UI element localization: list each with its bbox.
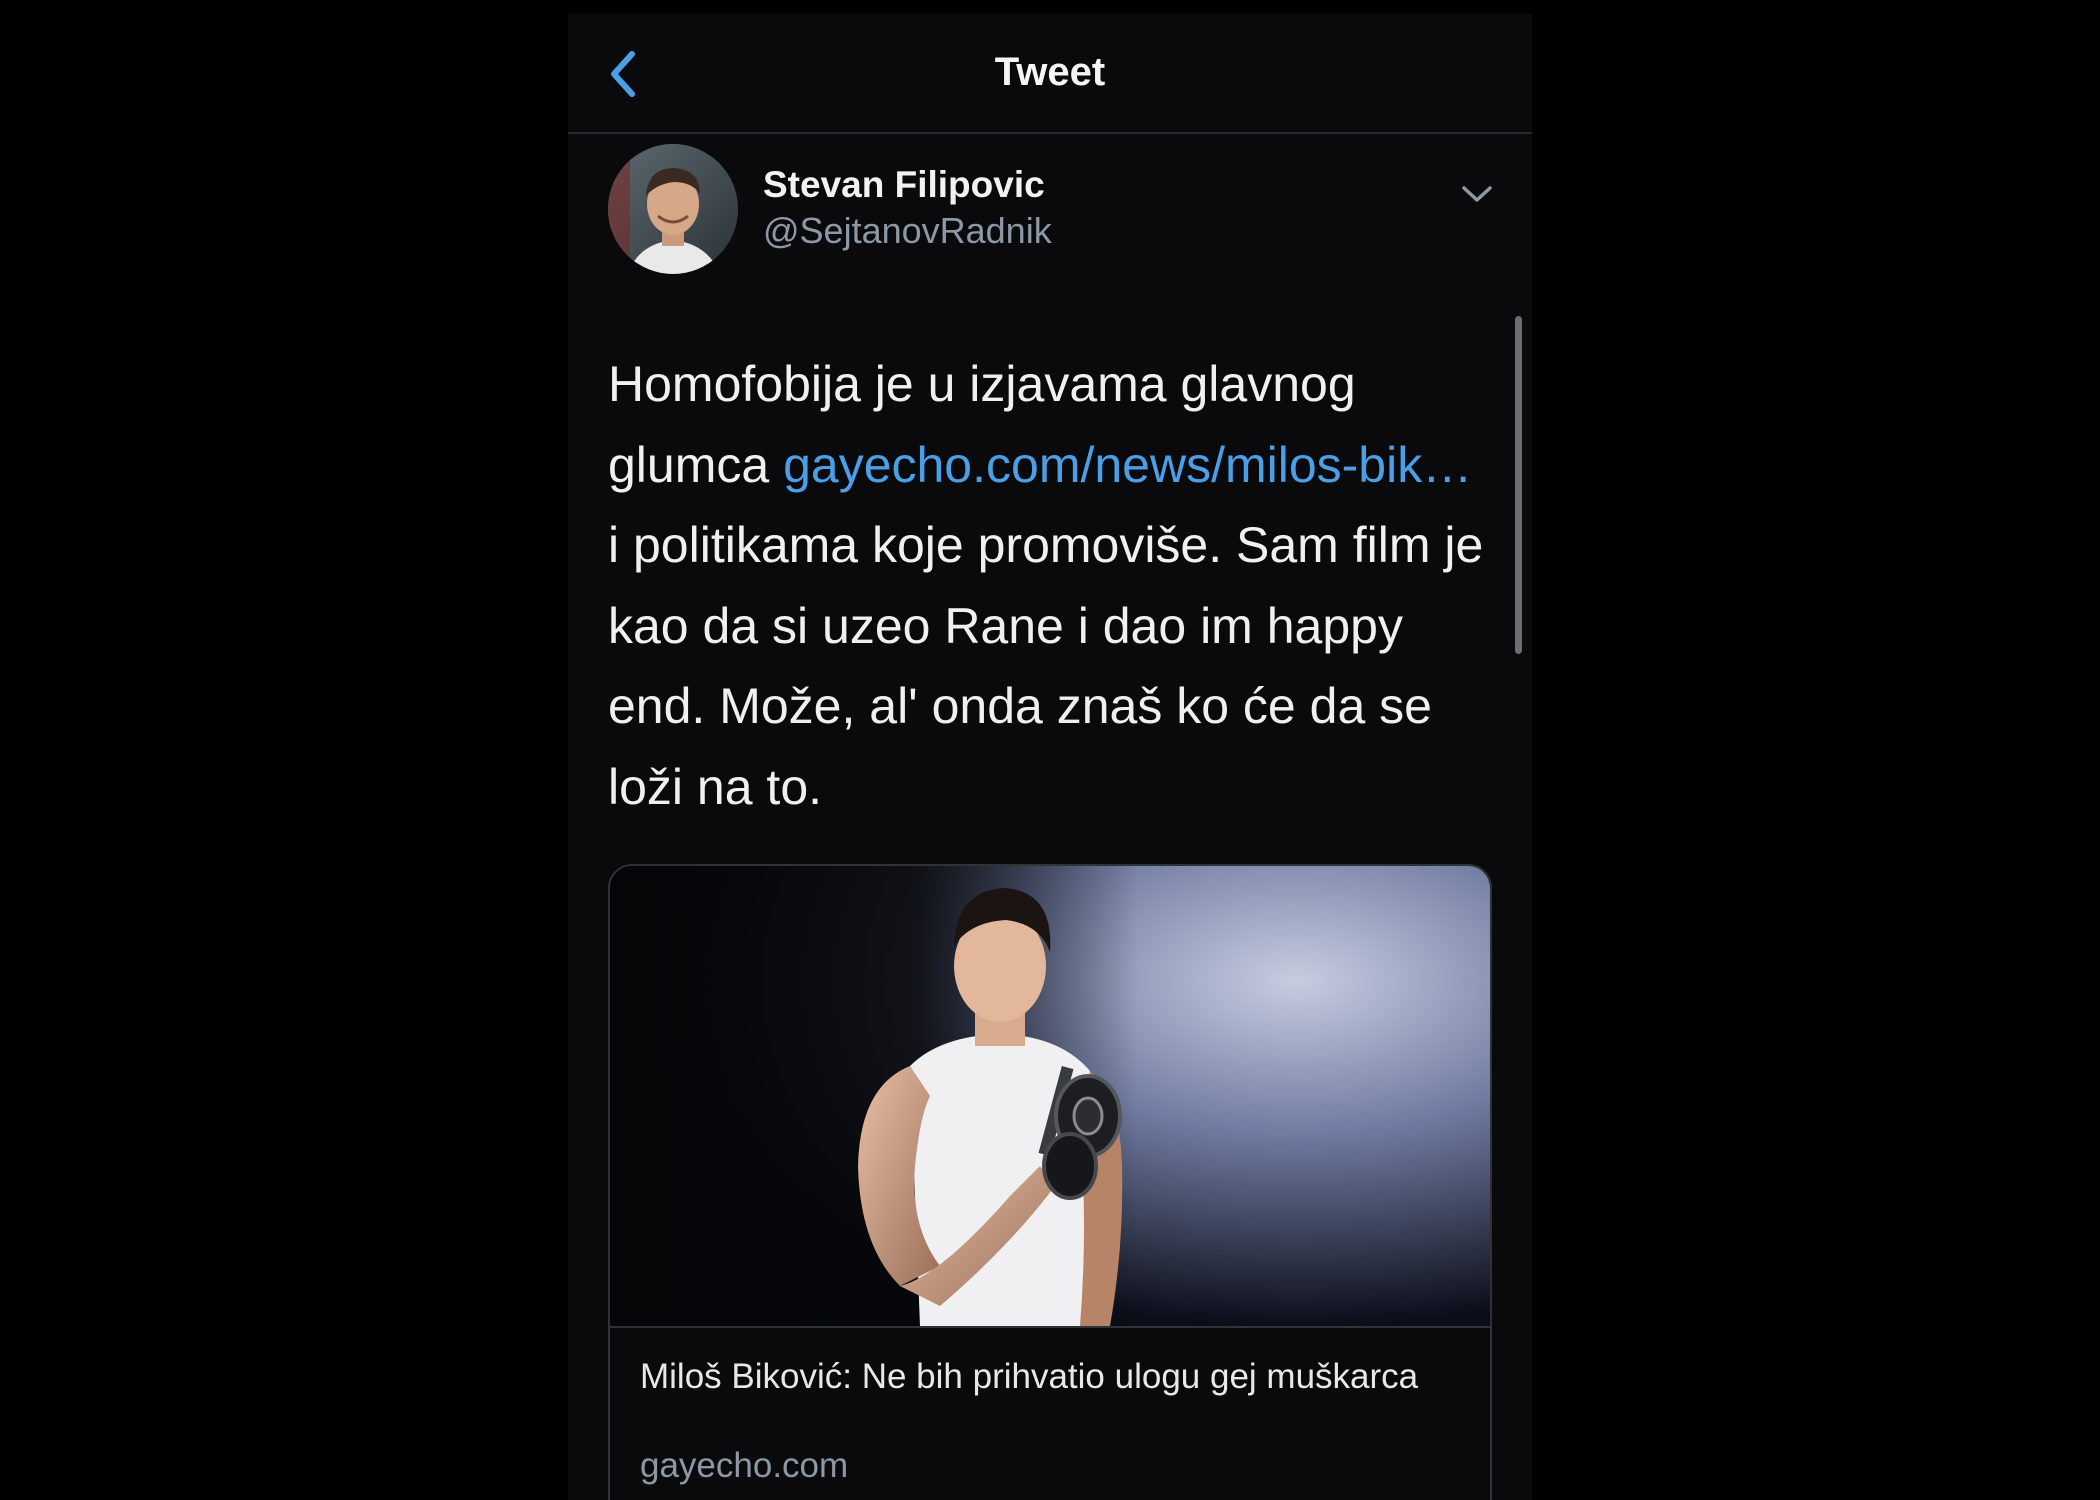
- chevron-down-icon: [1462, 186, 1492, 202]
- more-options-button[interactable]: [1460, 182, 1494, 206]
- page-title: Tweet: [994, 50, 1106, 94]
- author-handle[interactable]: @SejtanovRadnik: [763, 210, 1052, 252]
- article-photo: [610, 866, 1490, 1326]
- author-name[interactable]: Stevan Filipovic: [763, 164, 1045, 206]
- tweet-screen: Tweet Stevan Filipovic @SejtanovRadnik H…: [568, 14, 1532, 1500]
- tweet-link[interactable]: gayecho.com/news/milos-bik…: [783, 437, 1472, 493]
- tweet-text: Homofobija je u izjavama glavnog glumca …: [608, 344, 1488, 827]
- link-card-title: Miloš Biković: Ne bih prihvatio ulogu ge…: [640, 1357, 1419, 1396]
- avatar[interactable]: [608, 144, 738, 274]
- link-card-domain: gayecho.com: [640, 1446, 849, 1485]
- link-card[interactable]: Miloš Biković: Ne bih prihvatio ulogu ge…: [608, 864, 1492, 1500]
- link-card-image: [610, 866, 1490, 1328]
- user-avatar-image: [608, 144, 738, 274]
- navigation-header: Tweet: [568, 14, 1532, 134]
- tweet-text-part-2: i politikama koje promoviše. Sam film je…: [608, 517, 1484, 815]
- scrollbar[interactable]: [1515, 316, 1522, 654]
